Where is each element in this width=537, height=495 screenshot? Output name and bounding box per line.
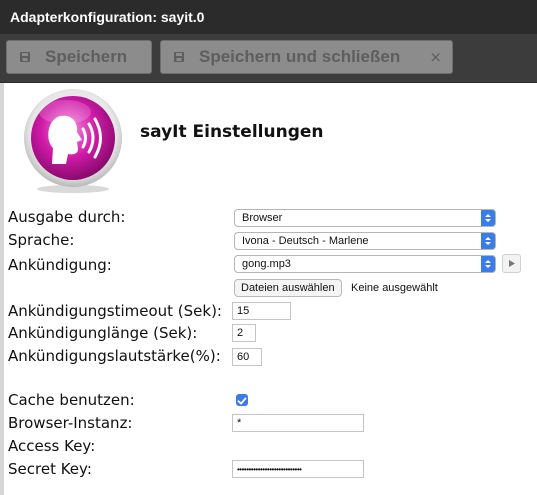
save-button[interactable]: Speichern (6, 40, 152, 74)
length-input-value: 2 (237, 327, 244, 339)
save-and-close-button[interactable]: Speichern und schließen × (160, 40, 453, 74)
select-arrows-icon (481, 210, 495, 226)
left-divider (0, 83, 4, 495)
cache-checkbox[interactable] (236, 394, 248, 406)
checkmark-icon (237, 397, 247, 405)
secret-key-input[interactable]: •••••••••••••••••••••••••••• (232, 460, 364, 478)
select-arrows-icon (481, 233, 495, 249)
volume-input[interactable]: 60 (232, 348, 262, 366)
timeout-label: Ankündigungstimeout (Sek): (8, 302, 222, 320)
browser-instance-label: Browser-Instanz: (8, 414, 133, 432)
secret-key-label: Secret Key: (8, 460, 92, 478)
language-select-value: Ivona - Deutsch - Marlene (242, 235, 369, 247)
page-title: sayIt Einstellungen (140, 122, 324, 142)
secret-key-value: •••••••••••••••••••••••••••• (237, 465, 302, 474)
volume-input-value: 60 (237, 351, 250, 363)
choose-files-button[interactable]: Dateien auswählen (234, 279, 342, 297)
browser-instance-value: * (237, 417, 242, 429)
window-titlebar: Adapterkonfiguration: sayit.0 (0, 0, 537, 35)
access-key-input[interactable] (232, 437, 364, 455)
file-status-text: Keine ausgewählt (351, 282, 438, 294)
select-arrows-icon (481, 256, 495, 272)
timeout-input[interactable]: 15 (232, 302, 291, 320)
close-icon[interactable]: × (429, 48, 442, 66)
volume-label: Ankündigungslautstärke(%): (8, 347, 221, 365)
length-label: Ankündigunglänge (Sek): (8, 324, 198, 342)
save-and-close-button-label: Speichern und schließen (199, 47, 401, 66)
length-input[interactable]: 2 (232, 324, 256, 342)
timeout-input-value: 15 (237, 305, 250, 317)
speaking-head-icon (20, 88, 126, 194)
announce-select[interactable]: gong.mp3 (234, 255, 496, 273)
language-select[interactable]: Ivona - Deutsch - Marlene (234, 232, 496, 250)
output-select-value: Browser (242, 212, 283, 224)
cache-label: Cache benutzen: (8, 391, 135, 409)
play-icon (509, 260, 515, 267)
toolbar: Speichern Speichern und schließen × (0, 34, 537, 83)
save-button-label: Speichern (45, 47, 128, 66)
language-label: Sprache: (8, 231, 75, 249)
output-label: Ausgabe durch: (8, 208, 126, 226)
announce-label: Ankündigung: (8, 256, 112, 274)
play-sound-button[interactable] (502, 254, 521, 273)
browser-instance-input[interactable]: * (232, 414, 364, 432)
floppy-disk-icon (20, 52, 30, 62)
output-select[interactable]: Browser (234, 209, 496, 227)
announce-select-value: gong.mp3 (242, 258, 291, 270)
floppy-disk-icon (174, 52, 184, 62)
access-key-label: Access Key: (8, 437, 96, 455)
window-title: Adapterkonfiguration: sayit.0 (10, 9, 205, 25)
